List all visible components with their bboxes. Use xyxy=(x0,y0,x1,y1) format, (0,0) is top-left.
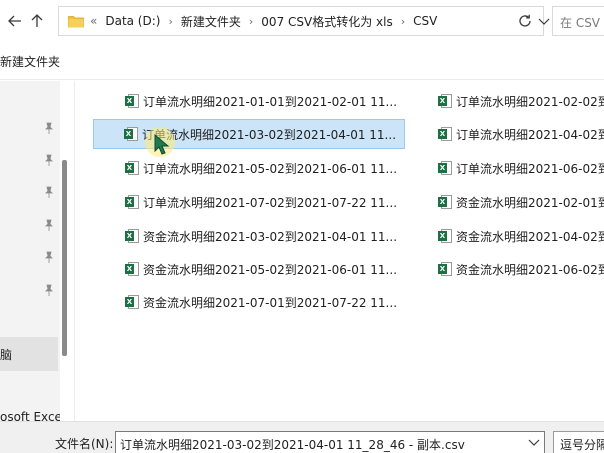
chevron-down-icon[interactable] xyxy=(528,437,540,447)
file-name: 资金流水明细2021-07-01到2021-07-22 11... xyxy=(143,295,398,310)
search-placeholder: 在 CSV 中 xyxy=(560,16,604,30)
file-type-filter[interactable]: 逗号分隔 xyxy=(553,431,604,453)
file-item[interactable]: X 订单流水明细2021-07-02到2021-07-22 11... xyxy=(94,187,404,217)
file-item[interactable]: X 订单流水明细2021-04-02到 xyxy=(407,119,604,149)
mouse-cursor-icon xyxy=(154,134,170,155)
address-row: « Data (D:) › 新建文件夹 › 007 CSV格式转化为 xls ›… xyxy=(0,0,604,42)
nav-item-excel[interactable]: osoft Excel xyxy=(0,410,60,421)
file-item[interactable]: X 资金流水明细2021-06-02到 xyxy=(407,254,604,284)
file-item[interactable]: X 资金流水明细2021-05-02到2021-06-01 11... xyxy=(94,254,404,284)
file-item[interactable]: X 资金流水明细2021-02-01到 xyxy=(407,187,604,217)
file-item[interactable]: X 订单流水明细2021-02-02到 xyxy=(407,86,604,116)
breadcrumb-drive[interactable]: Data (D:) xyxy=(105,14,160,28)
file-item[interactable]: X 资金流水明细2021-04-02到 xyxy=(407,221,604,251)
file-name: 资金流水明细2021-06-02到 xyxy=(456,262,604,277)
chevron-right-icon[interactable]: › xyxy=(249,15,253,28)
address-bar[interactable]: « Data (D:) › 新建文件夹 › 007 CSV格式转化为 xls ›… xyxy=(58,6,550,36)
file-name: 订单流水明细2021-03-02到2021-04-01 11... xyxy=(142,127,397,142)
file-name: 资金流水明细2021-05-02到2021-06-01 11... xyxy=(143,262,398,277)
file-name: 订单流水明细2021-06-02到 xyxy=(456,161,604,176)
file-name: 订单流水明细2021-05-02到2021-06-01 11... xyxy=(143,161,398,176)
excel-file-icon: X xyxy=(124,126,138,142)
chevron-right-icon[interactable]: › xyxy=(401,15,405,28)
breadcrumb-new-folder[interactable]: 新建文件夹 xyxy=(181,13,241,30)
file-name: 订单流水明细2021-01-01到2021-02-01 11... xyxy=(143,94,398,109)
excel-file-icon: X xyxy=(125,93,139,109)
pin-icon[interactable] xyxy=(44,122,54,134)
file-name: 订单流水明细2021-04-02到 xyxy=(456,127,604,142)
breadcrumb-csv-convert[interactable]: 007 CSV格式转化为 xls xyxy=(261,13,392,30)
excel-file-icon: X xyxy=(125,194,139,210)
nav-item-label[interactable]: 脑 xyxy=(0,346,12,363)
folder-icon xyxy=(68,14,84,28)
breadcrumb: « Data (D:) › 新建文件夹 › 007 CSV格式转化为 xls ›… xyxy=(90,13,437,30)
filename-bar: 文件名(N): 订单流水明细2021-03-02到2021-04-01 11_2… xyxy=(0,421,604,453)
filename-label: 文件名(N): xyxy=(55,437,114,451)
refresh-icon xyxy=(519,14,531,27)
file-name: 资金流水明细2021-04-02到 xyxy=(456,229,604,244)
excel-file-icon: X xyxy=(438,228,452,244)
toolbar: 新建文件夹 xyxy=(0,42,604,80)
up-button[interactable] xyxy=(24,8,50,34)
chevron-down-icon[interactable] xyxy=(537,14,551,28)
file-name: 资金流水明细2021-02-01到 xyxy=(456,195,604,210)
nav-scrollbar-thumb[interactable] xyxy=(62,160,67,356)
navigation-pane-items: 脑 osoft Excel xyxy=(0,81,60,421)
file-item[interactable]: X 订单流水明细2021-01-01到2021-02-01 11... xyxy=(94,86,404,116)
pin-icon[interactable] xyxy=(44,186,54,198)
pin-icon[interactable] xyxy=(44,154,54,166)
pin-icon[interactable] xyxy=(44,251,54,263)
excel-file-icon: X xyxy=(438,160,452,176)
excel-file-icon: X xyxy=(125,261,139,277)
excel-file-icon: X xyxy=(438,126,452,142)
arrow-left-icon xyxy=(8,15,21,27)
file-item[interactable]: X 订单流水明细2021-06-02到 xyxy=(407,153,604,183)
file-item[interactable]: X 资金流水明细2021-07-01到2021-07-22 11... xyxy=(94,287,404,317)
filter-label: 逗号分隔 xyxy=(560,438,604,452)
file-item-selected[interactable]: X 订单流水明细2021-03-02到2021-04-01 11... xyxy=(93,119,405,149)
filename-input[interactable]: 订单流水明细2021-03-02到2021-04-01 11_28_46 - 副… xyxy=(115,431,545,453)
chevron-right-icon[interactable]: › xyxy=(168,15,172,28)
excel-file-icon: X xyxy=(438,93,452,109)
pin-icon[interactable] xyxy=(44,219,54,231)
filename-value: 订单流水明细2021-03-02到2021-04-01 11_28_46 - 副… xyxy=(120,438,465,452)
breadcrumb-csv[interactable]: CSV xyxy=(413,14,437,28)
file-name: 订单流水明细2021-07-02到2021-07-22 11... xyxy=(143,195,398,210)
excel-file-icon: X xyxy=(125,228,139,244)
pin-icon[interactable] xyxy=(44,284,54,296)
excel-file-icon: X xyxy=(438,194,452,210)
refresh-button[interactable] xyxy=(512,8,538,34)
arrow-up-icon xyxy=(31,14,43,27)
excel-file-icon: X xyxy=(125,160,139,176)
excel-file-icon: X xyxy=(438,261,452,277)
file-name: 订单流水明细2021-02-02到 xyxy=(456,94,604,109)
file-item[interactable]: X 资金流水明细2021-03-02到2021-04-01 11... xyxy=(94,221,404,251)
breadcrumb-overflow[interactable]: « xyxy=(90,14,97,28)
new-folder-button[interactable]: 新建文件夹 xyxy=(0,53,60,70)
file-name: 资金流水明细2021-03-02到2021-04-01 11... xyxy=(143,229,398,244)
file-item[interactable]: X 订单流水明细2021-05-02到2021-06-01 11... xyxy=(94,153,404,183)
search-box[interactable]: 在 CSV 中 xyxy=(552,6,604,36)
excel-file-icon: X xyxy=(125,294,139,310)
